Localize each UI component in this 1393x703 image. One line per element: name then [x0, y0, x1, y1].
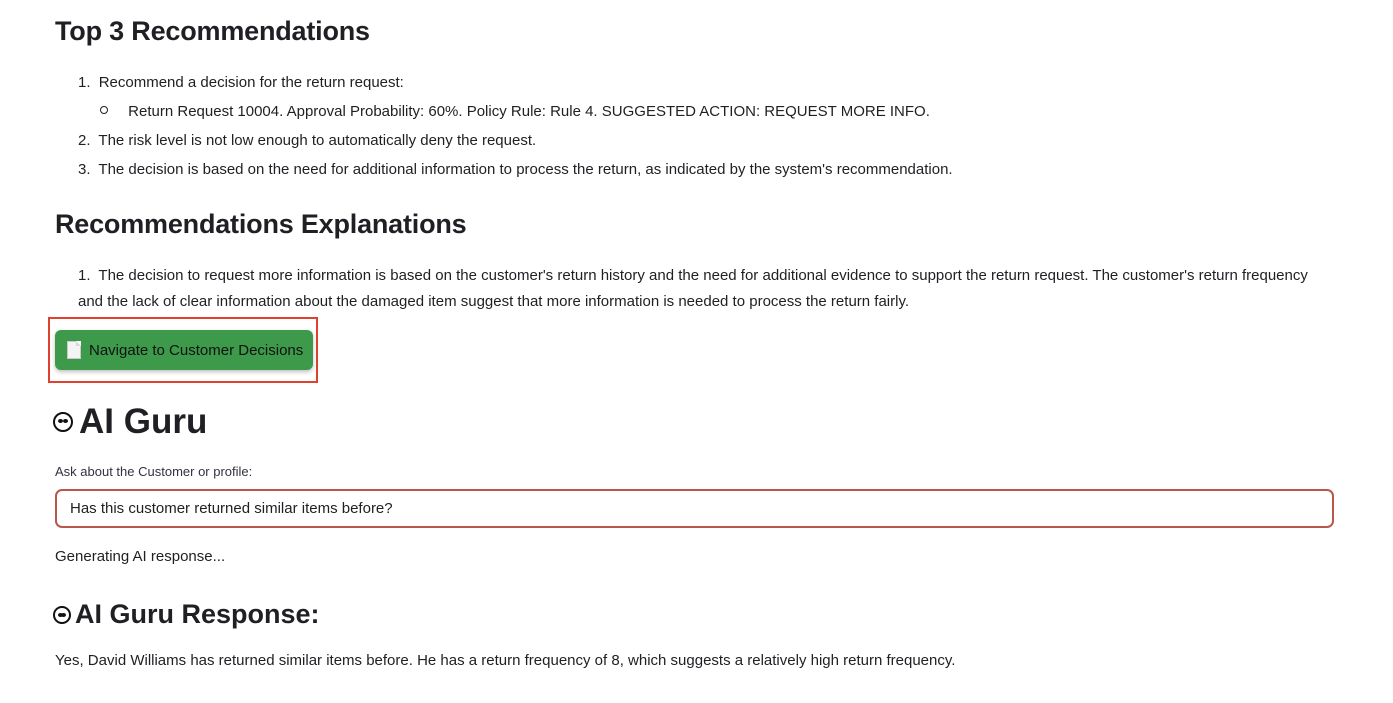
navigate-customer-decisions-button[interactable]: Navigate to Customer Decisions: [55, 330, 313, 370]
generating-status: Generating AI response...: [55, 548, 226, 565]
recommendation-sub-text: Return Request 10004. Approval Probabili…: [128, 103, 930, 120]
ask-input-label: Ask about the Customer or profile:: [55, 464, 253, 479]
list-number: 3.: [78, 161, 91, 178]
recommendation-item-1: 1. Recommend a decision for the return r…: [78, 70, 404, 96]
ai-guru-title-text: AI Guru: [79, 402, 208, 441]
nav-button-label: Navigate to Customer Decisions: [89, 341, 304, 359]
recommendation-item-2: 2. The risk level is not low enough to a…: [78, 128, 536, 154]
bullet-circle-icon: [100, 106, 108, 115]
recommendation-item-3: 3. The decision is based on the need for…: [78, 157, 953, 183]
ai-guru-response-text: Yes, David Williams has returned similar…: [55, 652, 956, 669]
ai-guru-title: AI Guru: [53, 402, 207, 442]
explanations-heading: Recommendations Explanations: [55, 209, 467, 239]
recommendation-sub-item: Return Request 10004. Approval Probabili…: [100, 99, 930, 125]
explanation-item-1: 1. The decision to request more informat…: [78, 263, 1328, 315]
alien-icon: [53, 412, 73, 432]
recommendation-text: Recommend a decision for the return requ…: [98, 74, 404, 91]
list-number: 1.: [78, 267, 91, 284]
list-number: 2.: [78, 132, 91, 149]
recommendation-text: The decision is based on the need for ad…: [98, 161, 953, 178]
recommendation-text: The risk level is not low enough to auto…: [98, 132, 537, 149]
response-heading-text: AI Guru Response:: [75, 599, 320, 629]
top3-heading: Top 3 Recommendations: [55, 16, 370, 46]
list-number: 1.: [78, 74, 91, 91]
alien-icon: [53, 605, 71, 624]
explanation-text: The decision to request more information…: [78, 267, 1308, 310]
ask-customer-input[interactable]: [55, 489, 1334, 528]
ai-guru-response-heading: AI Guru Response:: [53, 599, 320, 630]
document-icon: [67, 341, 81, 359]
